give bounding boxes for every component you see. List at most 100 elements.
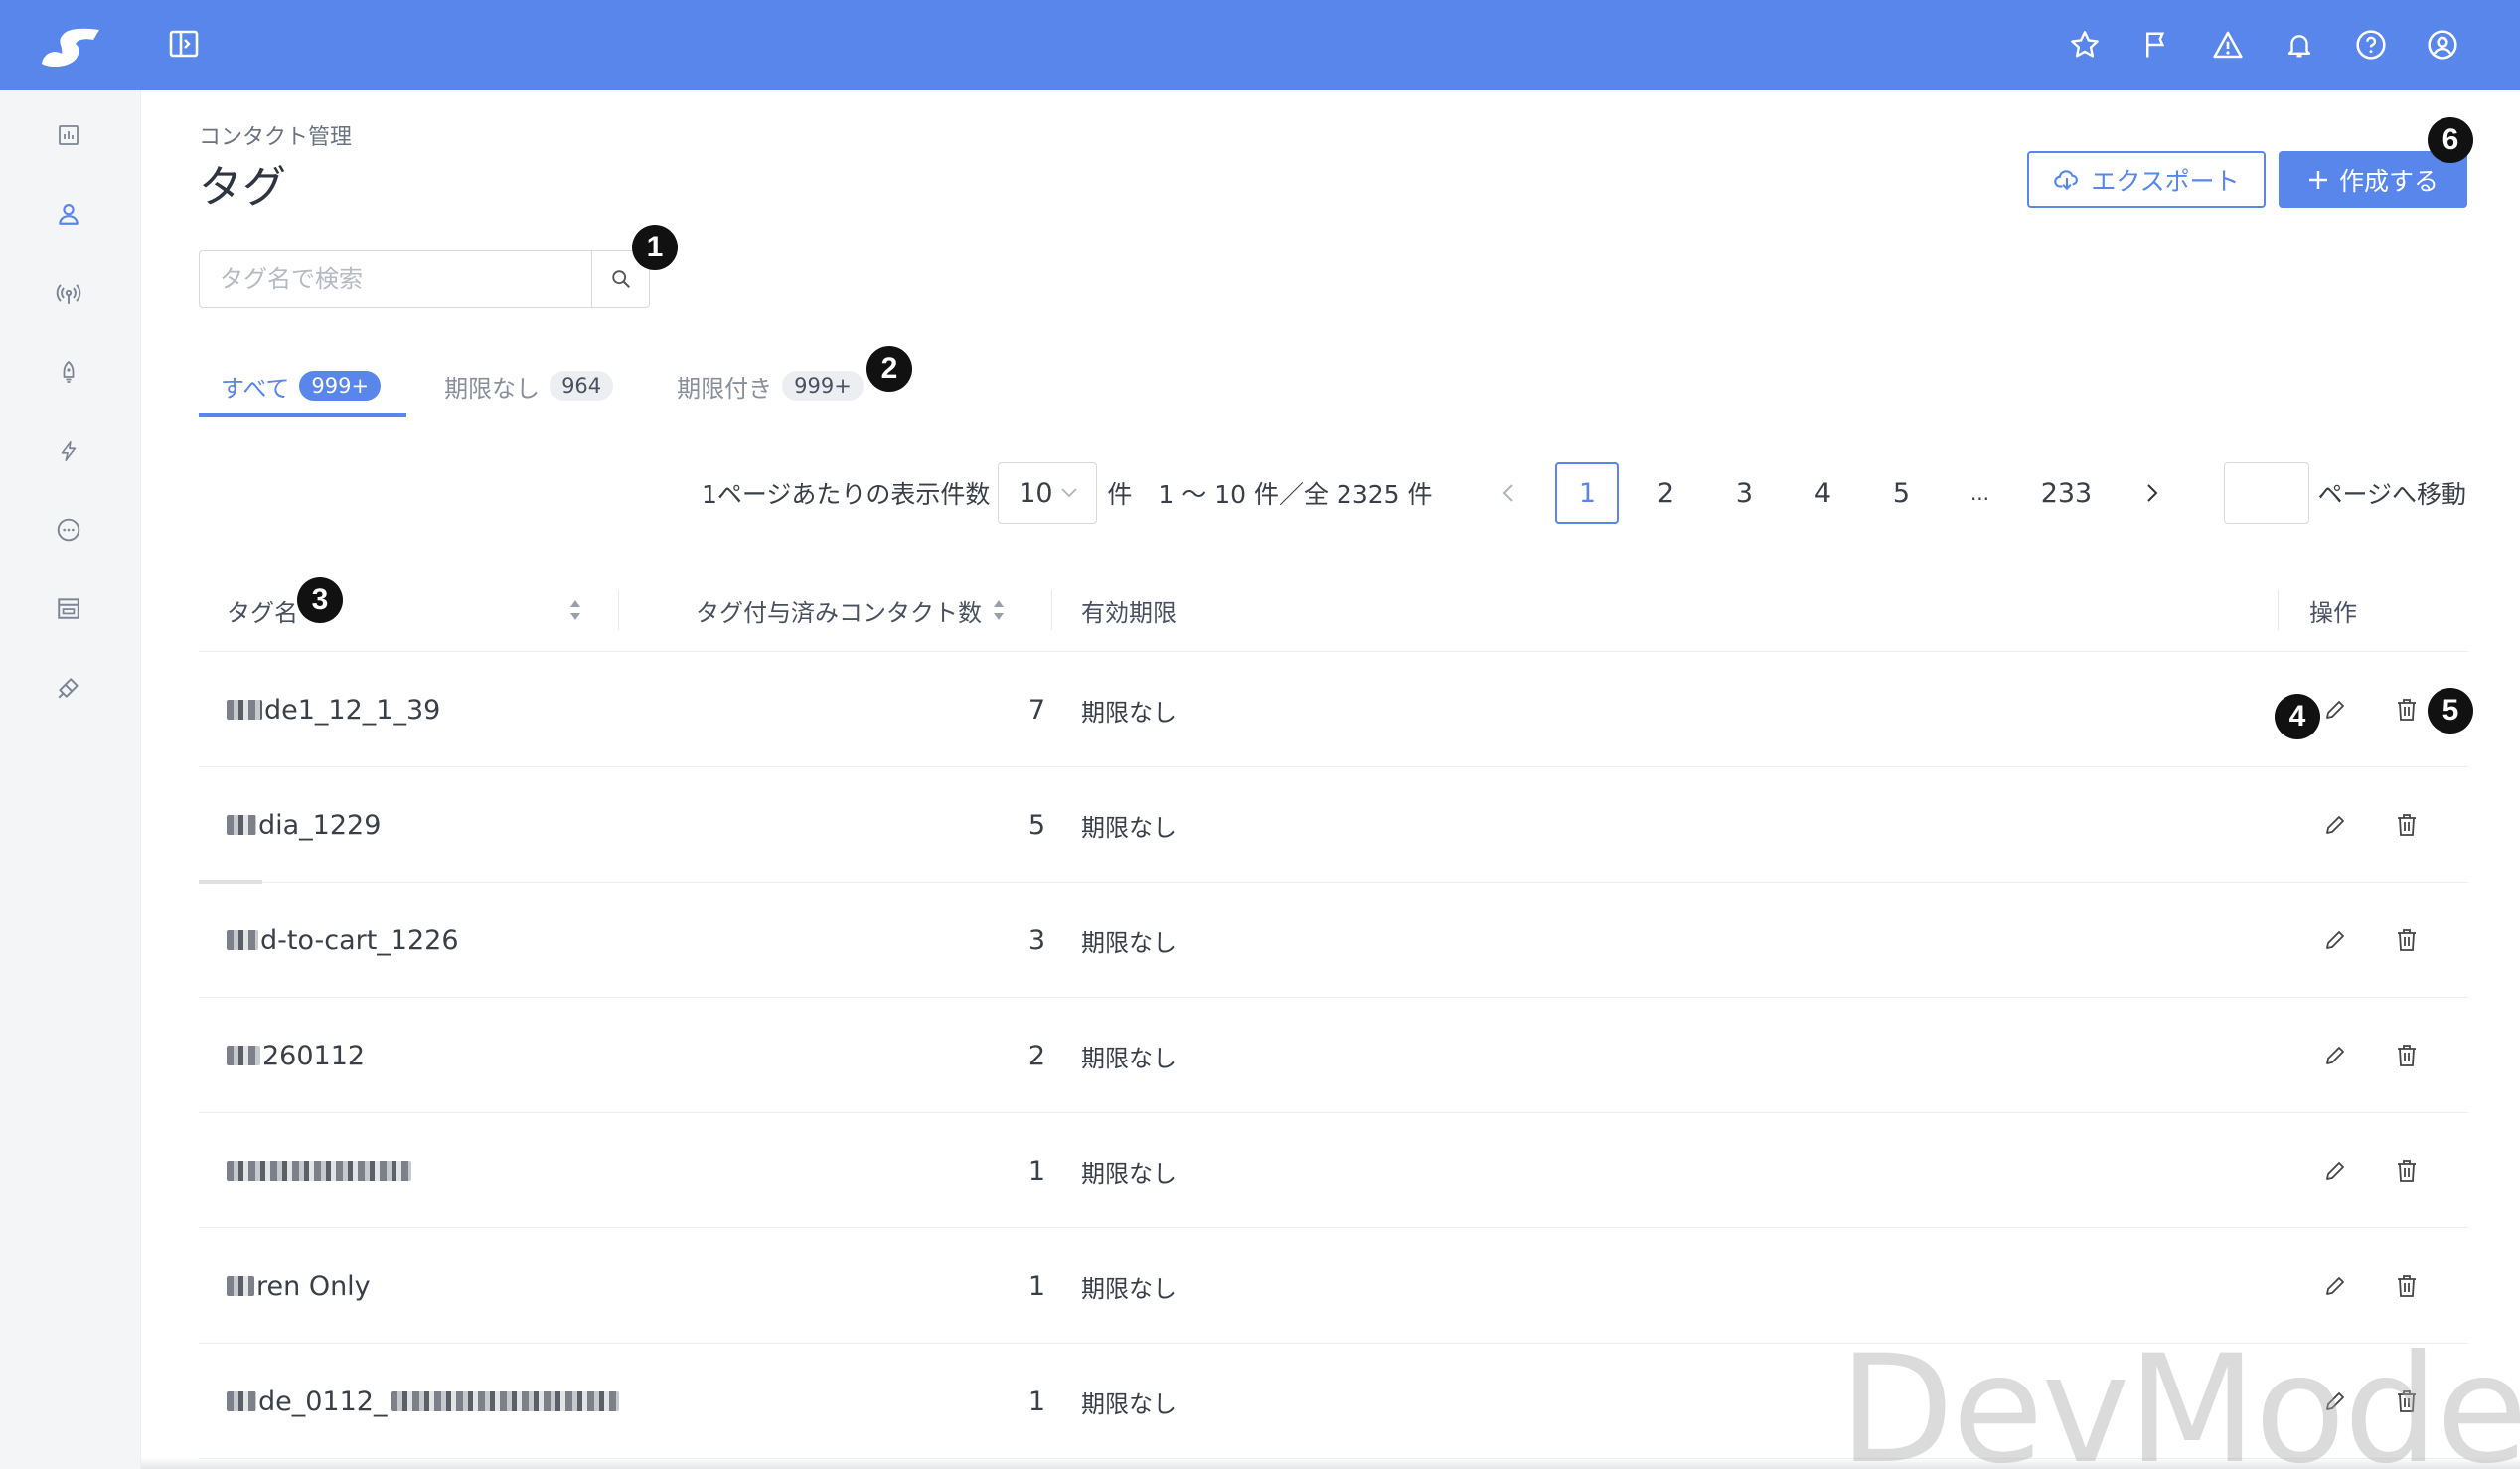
trash-icon bbox=[2398, 1160, 2416, 1182]
callout-5: 5 bbox=[2428, 688, 2473, 734]
edit-button[interactable] bbox=[2315, 1113, 2355, 1228]
contact-count: 7 bbox=[1027, 694, 1045, 726]
delete-button[interactable] bbox=[2387, 998, 2427, 1113]
expiry: 期限なし bbox=[1081, 1389, 1177, 1418]
prev-page-button[interactable] bbox=[1477, 462, 1540, 524]
chevron-down-icon bbox=[1060, 488, 1077, 498]
tag-name[interactable]: dia_1229 bbox=[227, 767, 381, 883]
tab-label: すべて bbox=[221, 374, 290, 403]
tag-name[interactable]: 260112 bbox=[227, 998, 365, 1113]
callout-1: 1 bbox=[632, 225, 678, 270]
star-icon[interactable] bbox=[2067, 20, 2103, 70]
column-actions: 操作 bbox=[2309, 569, 2357, 652]
trash-icon bbox=[2398, 814, 2416, 836]
page-title: タグ bbox=[199, 162, 286, 213]
pencil-icon bbox=[2326, 1277, 2344, 1295]
delete-button[interactable] bbox=[2387, 767, 2427, 883]
user-icon[interactable] bbox=[2425, 20, 2460, 70]
contact-icon[interactable] bbox=[52, 197, 85, 231]
contact-count: 1 bbox=[1027, 1386, 1045, 1417]
top-bar bbox=[0, 0, 2520, 90]
edit-button[interactable] bbox=[2315, 652, 2355, 767]
sort-icon[interactable] bbox=[568, 598, 582, 628]
page-jump-label: ページへ移動 bbox=[2317, 480, 2466, 509]
page-button[interactable]: 2 bbox=[1634, 462, 1697, 524]
result-range: 1 〜 10 件／全 2325 件 bbox=[1158, 480, 1433, 509]
table-row: dia_1229 5 期限なし bbox=[199, 767, 2468, 883]
search-box bbox=[199, 250, 650, 308]
trash-icon bbox=[2398, 1045, 2416, 1066]
plus-icon bbox=[2308, 170, 2327, 189]
sidebar-toggle-icon[interactable] bbox=[169, 29, 203, 63]
help-icon[interactable] bbox=[2353, 20, 2389, 70]
pencil-icon bbox=[2326, 816, 2344, 834]
plugin-icon[interactable] bbox=[52, 671, 85, 705]
expiry: 期限なし bbox=[1081, 1159, 1177, 1188]
search-input[interactable] bbox=[200, 251, 591, 307]
per-page-select[interactable]: 10 bbox=[998, 462, 1098, 524]
watermark: DevMode bbox=[1838, 1324, 2520, 1469]
tag-name[interactable]: d-to-cart_1226 bbox=[227, 883, 459, 998]
create-label: 作成する bbox=[2338, 166, 2439, 196]
search-icon bbox=[611, 270, 630, 288]
callout-4: 4 bbox=[2275, 694, 2320, 739]
table-row: d-to-cart_1226 3 期限なし bbox=[199, 883, 2468, 998]
tab-with-expiry[interactable]: 期限付き 999+ bbox=[655, 358, 885, 413]
app-logo[interactable] bbox=[34, 18, 105, 72]
table-row: de1_12_1_39 7 期限なし bbox=[199, 652, 2468, 767]
table-header: タグ名 タグ付与済みコンタクト数 有効期限 操作 bbox=[199, 569, 2468, 652]
delete-button[interactable] bbox=[2387, 652, 2427, 767]
page-button[interactable]: 5 bbox=[1869, 462, 1933, 524]
delete-button[interactable] bbox=[2387, 1113, 2427, 1228]
lightning-icon[interactable] bbox=[52, 434, 85, 468]
tab-all[interactable]: すべて 999+ bbox=[199, 358, 402, 413]
export-button[interactable]: エクスポート bbox=[2027, 151, 2266, 208]
tag-name[interactable] bbox=[227, 1113, 413, 1228]
column-count[interactable]: タグ付与済みコンタクト数 bbox=[696, 569, 1006, 652]
expiry: 期限なし bbox=[1081, 1044, 1177, 1072]
broadcast-icon[interactable] bbox=[52, 276, 85, 310]
tab-no-expiry[interactable]: 期限なし 964 bbox=[422, 358, 635, 413]
page-button[interactable]: 1 bbox=[1555, 462, 1620, 524]
per-page-value: 10 bbox=[1019, 477, 1053, 509]
chat-icon[interactable] bbox=[52, 513, 85, 547]
expiry: 期限なし bbox=[1081, 928, 1177, 957]
trash-icon bbox=[2398, 929, 2416, 951]
tag-name[interactable]: ren Only bbox=[227, 1228, 371, 1344]
tag-name[interactable]: de_0112_ bbox=[227, 1344, 621, 1459]
table-row: 1 期限なし bbox=[199, 1113, 2468, 1228]
delete-button[interactable] bbox=[2387, 883, 2427, 998]
pencil-icon bbox=[2326, 701, 2344, 719]
tab-label: 期限付き bbox=[677, 374, 773, 403]
edit-button[interactable] bbox=[2315, 767, 2355, 883]
column-label: 操作 bbox=[2309, 598, 2357, 627]
page-button[interactable]: 4 bbox=[1791, 462, 1854, 524]
page-button[interactable]: 233 bbox=[2026, 462, 2106, 524]
store-icon[interactable] bbox=[52, 591, 85, 625]
flag-icon[interactable] bbox=[2138, 20, 2174, 70]
page-button[interactable]: 3 bbox=[1712, 462, 1776, 524]
expiry: 期限なし bbox=[1081, 813, 1177, 842]
edit-button[interactable] bbox=[2315, 998, 2355, 1113]
bell-icon[interactable] bbox=[2282, 20, 2317, 70]
active-tab-indicator bbox=[199, 413, 406, 417]
column-label: 有効期限 bbox=[1081, 598, 1177, 627]
trash-icon bbox=[2398, 1275, 2416, 1297]
callout-2: 2 bbox=[866, 346, 912, 392]
next-page-button[interactable] bbox=[2121, 462, 2184, 524]
page-jump-input[interactable] bbox=[2224, 462, 2310, 524]
contact-count: 1 bbox=[1027, 1270, 1045, 1302]
edit-button[interactable] bbox=[2315, 883, 2355, 998]
chart-icon[interactable] bbox=[52, 118, 85, 152]
contact-count: 1 bbox=[1027, 1155, 1045, 1187]
sort-icon bbox=[994, 600, 1004, 620]
page-ellipsis[interactable]: ... bbox=[1948, 462, 2011, 524]
tab-count: 999+ bbox=[299, 371, 382, 401]
per-page-unit: 件 bbox=[1107, 480, 1133, 509]
tag-name[interactable]: de1_12_1_39 bbox=[227, 652, 440, 767]
rocket-icon[interactable] bbox=[52, 355, 85, 389]
breadcrumb[interactable]: コンタクト管理 bbox=[199, 119, 352, 151]
pencil-icon bbox=[2326, 931, 2344, 949]
warning-icon[interactable] bbox=[2210, 20, 2246, 70]
column-name[interactable]: タグ名 bbox=[227, 569, 298, 652]
